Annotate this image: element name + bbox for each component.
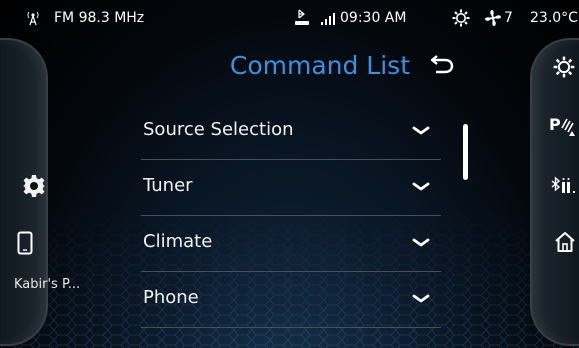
climate-button[interactable] bbox=[551, 54, 577, 80]
chevron-down-icon bbox=[412, 182, 430, 191]
fan-level-text: 7 bbox=[504, 10, 513, 26]
home-button[interactable] bbox=[552, 228, 578, 256]
signal-strength-icon bbox=[320, 9, 336, 32]
page-title: Command List bbox=[229, 51, 410, 80]
command-label: Source Selection bbox=[143, 119, 294, 140]
infotainment-screen: FM 98.3 MHz 09:30 AM 7 23.0°C Kabir's P.… bbox=[0, 0, 579, 348]
status-bar: FM 98.3 MHz 09:30 AM 7 23.0°C bbox=[0, 0, 579, 36]
climate-status-icon bbox=[452, 9, 470, 32]
fan-icon bbox=[484, 9, 502, 32]
command-item-source-selection[interactable]: Source Selection bbox=[141, 104, 441, 160]
back-arrow-icon bbox=[430, 55, 454, 74]
home-icon bbox=[555, 232, 575, 252]
command-list: Source Selection Tuner Climate Phone bbox=[141, 104, 441, 328]
temperature-text: 23.0°C bbox=[530, 10, 578, 26]
list-scrollbar[interactable] bbox=[463, 124, 468, 180]
clock-text: 09:30 AM bbox=[340, 10, 407, 26]
chevron-down-icon bbox=[412, 238, 430, 247]
chevron-down-icon bbox=[412, 126, 430, 135]
park-assist-button[interactable]: P bbox=[548, 112, 578, 140]
gear-icon bbox=[23, 175, 45, 197]
command-item-climate[interactable]: Climate bbox=[141, 216, 441, 272]
park-assist-icon: P bbox=[549, 115, 575, 136]
radio-station-text: FM 98.3 MHz bbox=[54, 10, 145, 26]
bluetooth-phone-icon bbox=[294, 9, 310, 32]
smartphone-icon bbox=[17, 231, 33, 255]
chevron-down-icon bbox=[412, 294, 430, 303]
radio-antenna-icon bbox=[24, 9, 42, 32]
settings-button[interactable] bbox=[20, 172, 48, 200]
command-label: Climate bbox=[143, 231, 213, 252]
command-label: Tuner bbox=[143, 175, 193, 196]
back-button[interactable] bbox=[428, 50, 458, 80]
connected-phone-name[interactable]: Kabir's P... bbox=[14, 277, 80, 292]
bluetooth-audio-button[interactable] bbox=[548, 172, 578, 200]
command-item-phone[interactable]: Phone bbox=[141, 272, 441, 328]
command-label: Phone bbox=[143, 287, 199, 308]
command-item-tuner[interactable]: Tuner bbox=[141, 160, 441, 216]
bluetooth-icon bbox=[551, 176, 575, 193]
phone-button[interactable] bbox=[14, 228, 36, 258]
climate-icon bbox=[553, 56, 575, 78]
svg-text:P: P bbox=[549, 115, 561, 134]
